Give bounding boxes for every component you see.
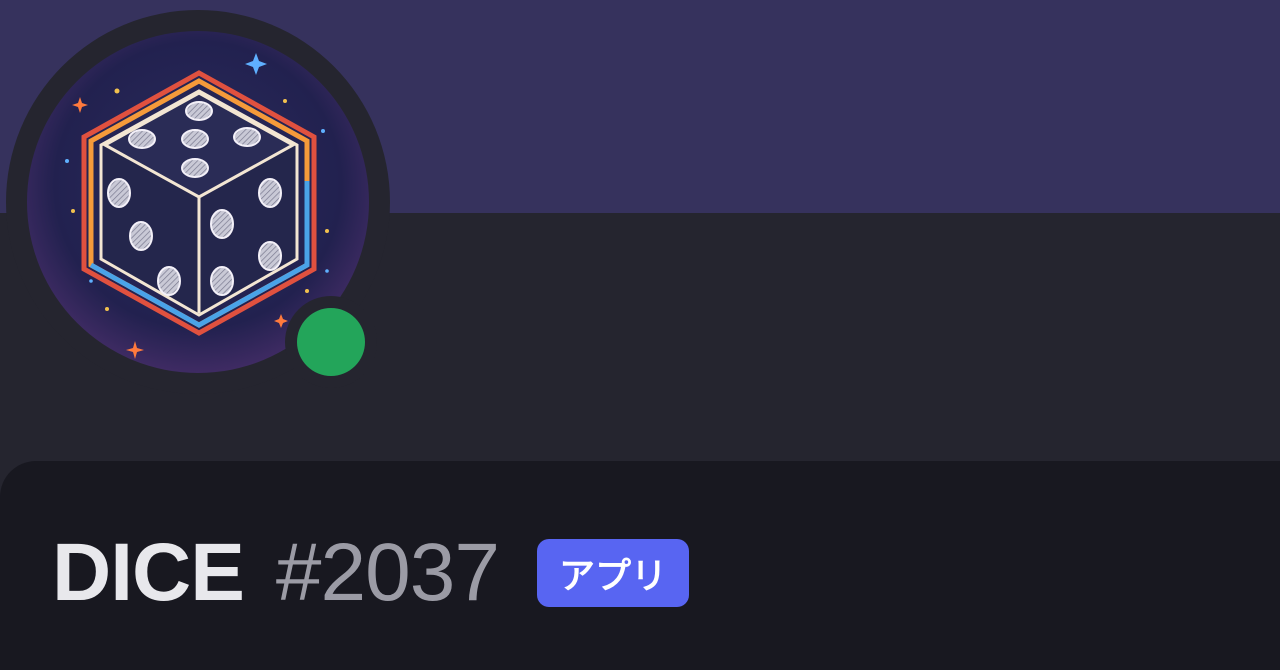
discriminator: #2037 — [275, 527, 500, 618]
status-dot — [297, 308, 365, 376]
name-row: DICE #2037 アプリ — [52, 527, 689, 618]
username: DICE — [52, 527, 245, 618]
app-badge: アプリ — [536, 539, 689, 607]
online-status-indicator — [285, 296, 377, 388]
